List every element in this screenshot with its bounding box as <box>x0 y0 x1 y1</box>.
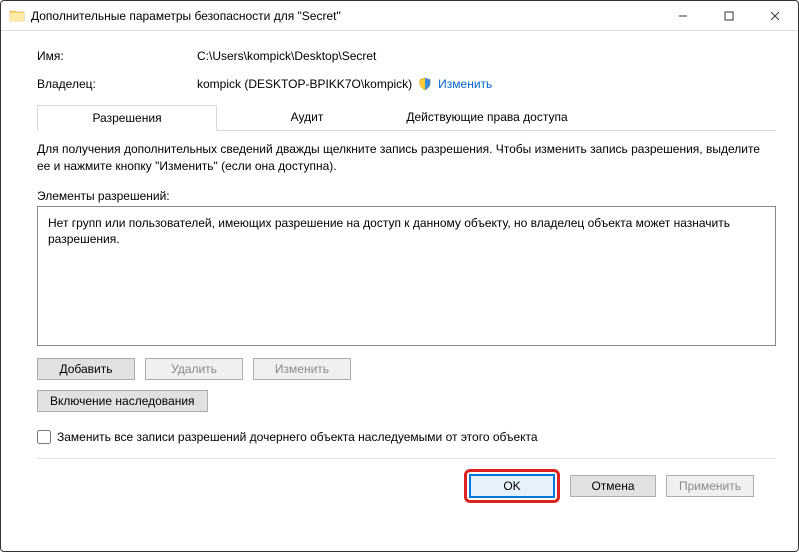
edit-button: Изменить <box>253 358 351 380</box>
ok-highlight: OK <box>464 469 560 503</box>
tabs: Разрешения Аудит Действующие права досту… <box>37 105 776 131</box>
permission-entries-label: Элементы разрешений: <box>37 189 776 203</box>
folder-icon <box>9 8 25 24</box>
maximize-button[interactable] <box>706 1 752 31</box>
add-button[interactable]: Добавить <box>37 358 135 380</box>
remove-button: Удалить <box>145 358 243 380</box>
owner-label: Владелец: <box>37 77 197 91</box>
window-title: Дополнительные параметры безопасности дл… <box>31 9 660 23</box>
permission-entries-list[interactable]: Нет групп или пользователей, имеющих раз… <box>37 206 776 346</box>
permission-list-empty-text: Нет групп или пользователей, имеющих раз… <box>48 216 730 246</box>
name-label: Имя: <box>37 49 197 63</box>
minimize-button[interactable] <box>660 1 706 31</box>
apply-button: Применить <box>666 475 754 497</box>
owner-value: kompick (DESKTOP-BPIKK7O\kompick) <box>197 77 412 91</box>
replace-child-permissions-label: Заменить все записи разрешений дочернего… <box>57 430 538 444</box>
replace-child-permissions-checkbox[interactable] <box>37 430 51 444</box>
ok-button[interactable]: OK <box>469 474 555 498</box>
separator <box>37 458 776 459</box>
enable-inheritance-button[interactable]: Включение наследования <box>37 390 208 412</box>
tab-effective-access[interactable]: Действующие права доступа <box>397 105 577 130</box>
name-value: C:\Users\kompick\Desktop\Secret <box>197 49 376 63</box>
close-button[interactable] <box>752 1 798 31</box>
cancel-button[interactable]: Отмена <box>570 475 656 497</box>
tab-audit[interactable]: Аудит <box>217 105 397 130</box>
titlebar: Дополнительные параметры безопасности дл… <box>1 1 798 31</box>
change-owner-link[interactable]: Изменить <box>438 77 492 91</box>
window-controls <box>660 1 798 31</box>
shield-icon <box>418 77 432 91</box>
tab-permissions[interactable]: Разрешения <box>37 105 217 131</box>
hint-text: Для получения дополнительных сведений дв… <box>37 141 776 175</box>
